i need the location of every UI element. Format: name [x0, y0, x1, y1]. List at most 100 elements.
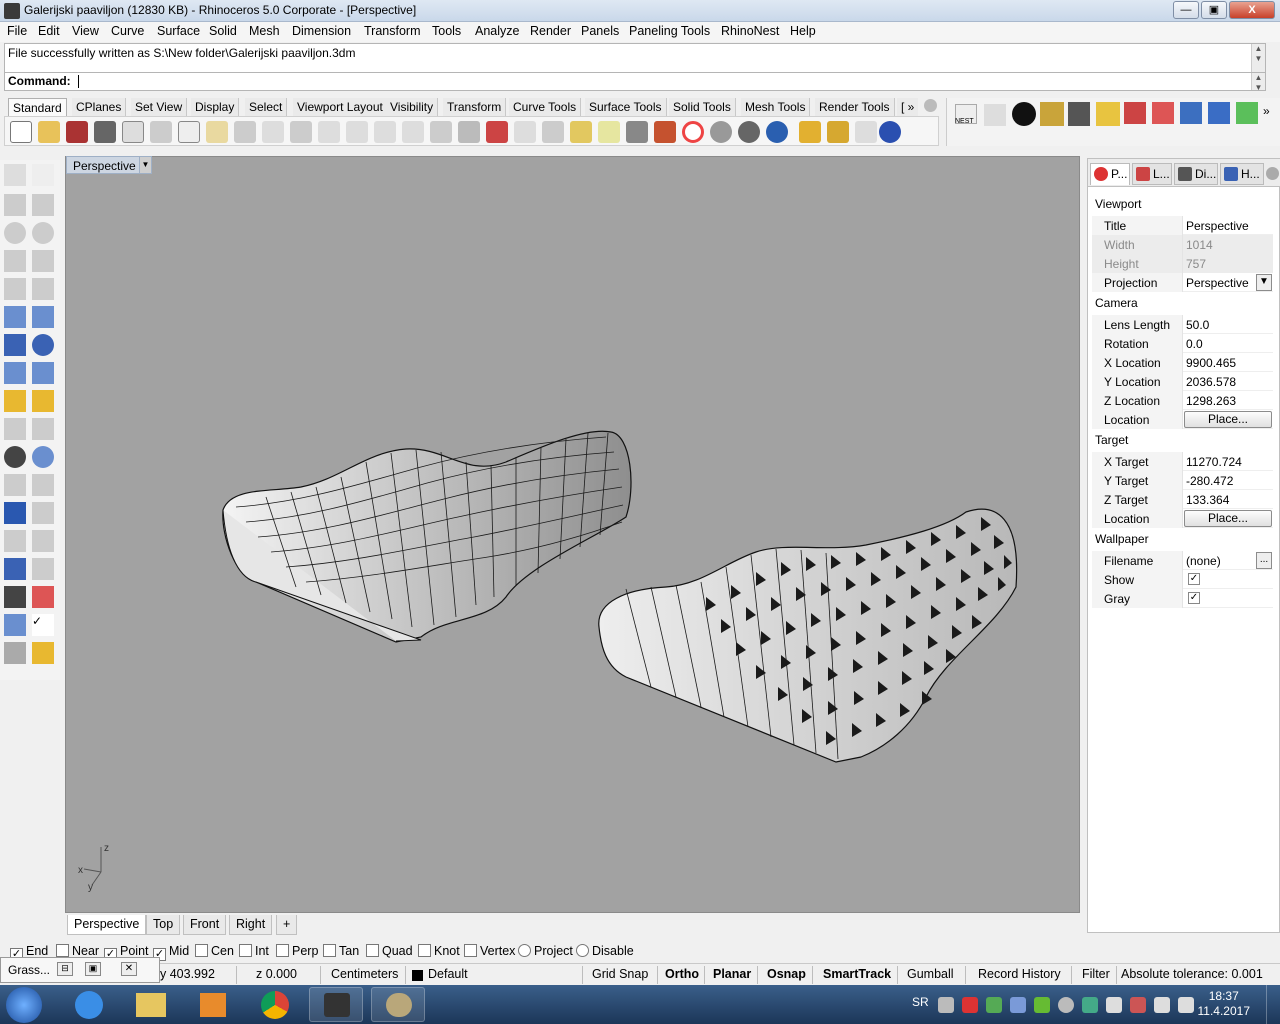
- z-location-field[interactable]: 1298.263: [1186, 394, 1236, 408]
- render-icon[interactable]: [766, 121, 788, 143]
- shaded-sphere-icon[interactable]: [710, 121, 732, 143]
- rotation-field[interactable]: 0.0: [1186, 337, 1203, 351]
- osnap-cen-checkbox[interactable]: [195, 944, 208, 957]
- security-icon[interactable]: [1082, 997, 1098, 1013]
- maximize-button[interactable]: ▣: [1201, 1, 1227, 19]
- menu-paneling-tools[interactable]: Paneling Tools: [629, 24, 710, 38]
- save-icon[interactable]: [66, 121, 88, 143]
- tab-select[interactable]: Select: [245, 98, 288, 116]
- show-checkbox[interactable]: ✓: [1188, 573, 1200, 585]
- lock-icon[interactable]: [626, 121, 648, 143]
- maximize-icon[interactable]: ▣: [85, 962, 101, 976]
- tab-overflow[interactable]: [ »: [897, 98, 919, 116]
- curve-cv-icon[interactable]: [32, 194, 54, 216]
- polyline-icon[interactable]: [4, 194, 26, 216]
- paint-icon[interactable]: [371, 987, 425, 1022]
- osnap-near-checkbox[interactable]: [56, 944, 69, 957]
- import-icon[interactable]: [122, 121, 144, 143]
- nest-book-icon[interactable]: [1124, 102, 1146, 124]
- tab-surface-tools[interactable]: Surface Tools: [585, 98, 667, 116]
- orient-icon[interactable]: [32, 586, 54, 608]
- camera-place-button[interactable]: Place...: [1184, 411, 1272, 428]
- boolean-union-icon[interactable]: [32, 334, 54, 356]
- command-line[interactable]: Command: ▲ ▼: [4, 73, 1266, 92]
- osnap-perp[interactable]: Perp: [276, 944, 318, 958]
- check-icon[interactable]: ✓: [32, 614, 54, 636]
- array-icon[interactable]: [4, 530, 26, 552]
- circle-icon[interactable]: [4, 222, 26, 244]
- select-arrow-icon[interactable]: [4, 164, 26, 186]
- chevron-right-icon[interactable]: »: [1263, 104, 1270, 118]
- surface-corner-icon[interactable]: [4, 306, 26, 328]
- paste-icon[interactable]: [206, 121, 228, 143]
- arc-icon[interactable]: [4, 250, 26, 272]
- tab-display[interactable]: Di...: [1174, 163, 1218, 185]
- mesh-icon[interactable]: [4, 362, 26, 384]
- light-icon[interactable]: [799, 121, 821, 143]
- trim-icon[interactable]: [32, 390, 54, 412]
- start-button[interactable]: [6, 987, 42, 1023]
- osnap-near[interactable]: Near: [56, 944, 99, 958]
- ortho-toggle[interactable]: Ortho: [665, 967, 699, 981]
- keyboard-icon[interactable]: [938, 997, 954, 1013]
- grasshopper-minimized-window[interactable]: Grass... ⊟ ▣ ✕: [0, 957, 160, 983]
- tray-alert-icon[interactable]: [1130, 997, 1146, 1013]
- media-player-icon[interactable]: [186, 987, 240, 1022]
- scale-icon[interactable]: [32, 502, 54, 524]
- gear-icon[interactable]: [1266, 167, 1279, 180]
- nest-part-icon[interactable]: [1040, 102, 1064, 126]
- chevron-down-icon[interactable]: ▼: [139, 157, 151, 173]
- menu-rhinonest[interactable]: RhinoNest: [721, 24, 779, 38]
- add-tab-icon[interactable]: +: [276, 915, 298, 935]
- osnap-cen[interactable]: Cen: [195, 944, 234, 958]
- record-history-toggle[interactable]: Record History: [978, 967, 1061, 981]
- close-button[interactable]: X: [1229, 1, 1275, 19]
- join-icon[interactable]: [32, 418, 54, 440]
- y-location-field[interactable]: 2036.578: [1186, 375, 1236, 389]
- car-icon[interactable]: [486, 121, 508, 143]
- lens-length-field[interactable]: 50.0: [1186, 318, 1209, 332]
- command-scrollbar[interactable]: ▲ ▼: [1251, 73, 1265, 92]
- tab-front[interactable]: Front: [183, 915, 227, 935]
- menu-file[interactable]: File: [7, 24, 27, 38]
- grid-array-icon[interactable]: [4, 586, 26, 608]
- pavilion-model-paneled[interactable]: [598, 508, 1018, 763]
- print-icon[interactable]: [94, 121, 116, 143]
- x-target-field[interactable]: 11270.724: [1186, 455, 1242, 469]
- pan-hand-icon[interactable]: [262, 121, 284, 143]
- x-location-field[interactable]: 9900.465: [1186, 356, 1236, 370]
- target-place-button[interactable]: Place...: [1184, 510, 1272, 527]
- osnap-tan-checkbox[interactable]: [323, 944, 336, 957]
- fillet-icon[interactable]: [4, 474, 26, 496]
- tab-display[interactable]: Display: [191, 98, 240, 116]
- restore-icon[interactable]: ⊟: [57, 962, 73, 976]
- tray-app-icon[interactable]: [986, 997, 1002, 1013]
- minimize-button[interactable]: —: [1173, 1, 1199, 19]
- osnap-toggle[interactable]: Osnap: [767, 967, 806, 981]
- point-icon[interactable]: [542, 121, 564, 143]
- gray-checkbox[interactable]: ✓: [1188, 592, 1200, 604]
- chevron-down-icon[interactable]: ▼: [1256, 274, 1272, 291]
- tab-help[interactable]: H...: [1220, 163, 1264, 185]
- tab-curve-tools[interactable]: Curve Tools: [509, 98, 582, 116]
- menu-curve[interactable]: Curve: [111, 24, 144, 38]
- properties-icon[interactable]: [4, 642, 26, 664]
- osnap-tan[interactable]: Tan: [323, 944, 359, 958]
- tab-mesh-tools[interactable]: Mesh Tools: [741, 98, 811, 116]
- menu-view[interactable]: View: [72, 24, 99, 38]
- hatch-icon[interactable]: [32, 558, 54, 580]
- cut-icon[interactable]: [150, 121, 172, 143]
- zoom-window-icon[interactable]: [346, 121, 368, 143]
- cplane-icon[interactable]: [514, 121, 536, 143]
- sync-icon[interactable]: [1058, 997, 1074, 1013]
- osnap-disable-checkbox[interactable]: [576, 944, 589, 957]
- tab-render-tools[interactable]: Render Tools: [815, 98, 895, 116]
- language-indicator[interactable]: SR: [912, 995, 929, 1009]
- browse-button[interactable]: ...: [1256, 552, 1272, 569]
- zoom-extents-icon[interactable]: [374, 121, 396, 143]
- zoom-icon[interactable]: [318, 121, 340, 143]
- menu-mesh[interactable]: Mesh: [249, 24, 280, 38]
- select-box-icon[interactable]: [570, 121, 592, 143]
- group-icon[interactable]: [4, 446, 26, 468]
- osnap-disable[interactable]: Disable: [576, 944, 634, 958]
